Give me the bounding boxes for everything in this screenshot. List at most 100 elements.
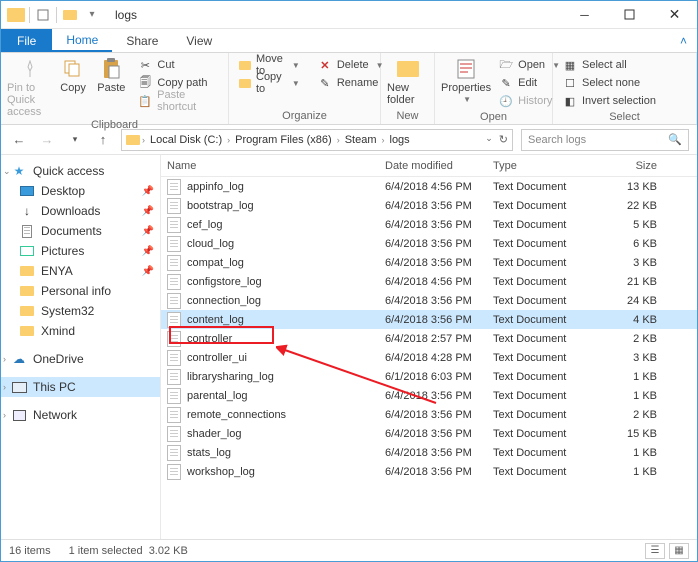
copy-to-button[interactable]: Copy to▼ <box>235 74 304 92</box>
cut-button[interactable]: ✂Cut <box>134 56 222 74</box>
new-folder-button[interactable]: New folder <box>387 55 428 106</box>
file-name: cef_log <box>187 219 222 231</box>
file-size: 6 KB <box>607 238 667 250</box>
back-button[interactable]: ← <box>9 130 29 150</box>
sidebar-item[interactable]: Desktop📌 <box>1 181 160 201</box>
copy-button[interactable]: Copy <box>56 55 90 94</box>
ribbon-toggle-icon[interactable]: ˄ <box>670 29 697 52</box>
search-input[interactable]: Search logs 🔍 <box>521 129 689 151</box>
paste-button[interactable]: Paste <box>94 55 128 94</box>
column-size[interactable]: Size <box>607 160 667 172</box>
pin-to-quickaccess-button[interactable]: Pin to Quick access <box>7 55 52 118</box>
sidebar-network[interactable]: ›Network <box>1 405 160 425</box>
tab-view[interactable]: View <box>172 29 226 52</box>
file-row[interactable]: librarysharing_log 6/1/2018 6:03 PM Text… <box>161 367 697 386</box>
sidebar-item-icon <box>19 303 35 319</box>
group-open-label: Open <box>441 110 546 125</box>
maximize-button[interactable] <box>607 1 652 29</box>
properties-button[interactable]: Properties▼ <box>441 55 491 104</box>
delete-button[interactable]: ✕Delete▼ <box>314 56 388 74</box>
pin-icon: 📌 <box>142 206 154 217</box>
sidebar-item[interactable]: ENYA📌 <box>1 261 160 281</box>
file-row[interactable]: connection_log 6/4/2018 3:56 PM Text Doc… <box>161 291 697 310</box>
file-name: compat_log <box>187 257 244 269</box>
select-all-button[interactable]: ▦Select all <box>559 56 660 74</box>
sidebar-item-label: Pictures <box>41 244 84 258</box>
rename-button[interactable]: ✎Rename <box>314 74 388 92</box>
sidebar-quick-access[interactable]: ⌄★Quick access <box>1 161 160 181</box>
file-row[interactable]: controller 6/4/2018 2:57 PM Text Documen… <box>161 329 697 348</box>
file-row[interactable]: bootstrap_log 6/4/2018 3:56 PM Text Docu… <box>161 196 697 215</box>
qat-newfolder-icon[interactable] <box>61 6 79 24</box>
paste-shortcut-button[interactable]: 📋Paste shortcut <box>134 92 222 110</box>
file-row[interactable]: remote_connections 6/4/2018 3:56 PM Text… <box>161 405 697 424</box>
sidebar-item[interactable]: System32 <box>1 301 160 321</box>
file-name: cloud_log <box>187 238 234 250</box>
file-row[interactable]: workshop_log 6/4/2018 3:56 PM Text Docum… <box>161 462 697 481</box>
column-date[interactable]: Date modified <box>385 160 493 172</box>
sidebar-this-pc[interactable]: ›This PC <box>1 377 160 397</box>
file-row[interactable]: parental_log 6/4/2018 3:56 PM Text Docum… <box>161 386 697 405</box>
file-name: appinfo_log <box>187 181 244 193</box>
sidebar-item[interactable]: Xmind <box>1 321 160 341</box>
ribbon: Pin to Quick access Copy Paste ✂Cut 🗐Cop… <box>1 53 697 125</box>
status-bar: 16 items 1 item selected 3.02 KB ☰ ▦ <box>1 539 697 561</box>
file-row[interactable]: shader_log 6/4/2018 3:56 PM Text Documen… <box>161 424 697 443</box>
file-date: 6/4/2018 3:56 PM <box>385 257 493 269</box>
file-row[interactable]: cloud_log 6/4/2018 3:56 PM Text Document… <box>161 234 697 253</box>
sidebar-item[interactable]: Personal info <box>1 281 160 301</box>
view-large-button[interactable]: ▦ <box>669 543 689 559</box>
tab-file[interactable]: File <box>1 29 52 52</box>
crumb[interactable]: logs <box>387 134 413 146</box>
up-button[interactable]: ↑ <box>93 130 113 150</box>
view-details-button[interactable]: ☰ <box>645 543 665 559</box>
file-name: stats_log <box>187 447 231 459</box>
crumb[interactable]: Local Disk (C:) <box>147 134 225 146</box>
crumb[interactable]: Steam <box>342 134 380 146</box>
forward-button[interactable]: → <box>37 130 57 150</box>
file-name: librarysharing_log <box>187 371 274 383</box>
column-type[interactable]: Type <box>493 160 607 172</box>
qat-properties-icon[interactable] <box>34 6 52 24</box>
pin-icon: 📌 <box>142 186 154 197</box>
text-file-icon <box>167 426 181 442</box>
sidebar-onedrive[interactable]: ›☁OneDrive <box>1 349 160 369</box>
tab-home[interactable]: Home <box>52 29 112 52</box>
status-item-count: 16 items <box>9 545 51 557</box>
file-size: 3 KB <box>607 352 667 364</box>
file-row[interactable]: stats_log 6/4/2018 3:56 PM Text Document… <box>161 443 697 462</box>
select-none-icon: ☐ <box>563 76 577 90</box>
address-dropdown-icon[interactable]: ⌄ <box>485 133 493 146</box>
search-placeholder: Search logs <box>528 134 586 146</box>
sidebar-item-label: Xmind <box>41 324 75 338</box>
refresh-icon[interactable]: ↻ <box>499 133 508 146</box>
file-row[interactable]: content_log 6/4/2018 3:56 PM Text Docume… <box>161 310 697 329</box>
file-size: 15 KB <box>607 428 667 440</box>
column-name[interactable]: Name <box>167 160 385 172</box>
text-file-icon <box>167 198 181 214</box>
minimize-button[interactable]: ─ <box>562 1 607 29</box>
address-bar[interactable]: › Local Disk (C:)› Program Files (x86)› … <box>121 129 513 151</box>
select-none-button[interactable]: ☐Select none <box>559 74 660 92</box>
sidebar-item[interactable]: Documents📌 <box>1 221 160 241</box>
file-type: Text Document <box>493 181 607 193</box>
file-row[interactable]: cef_log 6/4/2018 3:56 PM Text Document 5… <box>161 215 697 234</box>
edit-icon: ✎ <box>499 76 513 90</box>
text-file-icon <box>167 179 181 195</box>
file-size: 2 KB <box>607 333 667 345</box>
crumb[interactable]: Program Files (x86) <box>232 134 335 146</box>
sidebar-item[interactable]: ↓Downloads📌 <box>1 201 160 221</box>
file-row[interactable]: appinfo_log 6/4/2018 4:56 PM Text Docume… <box>161 177 697 196</box>
close-button[interactable]: ✕ <box>652 1 697 29</box>
file-row[interactable]: controller_ui 6/4/2018 4:28 PM Text Docu… <box>161 348 697 367</box>
tab-share[interactable]: Share <box>112 29 172 52</box>
sidebar-item[interactable]: Pictures📌 <box>1 241 160 261</box>
recent-dropdown[interactable]: ▾ <box>65 130 85 150</box>
qat-dropdown-icon[interactable]: ▾ <box>83 6 101 24</box>
sidebar-item-icon <box>19 223 35 239</box>
invert-selection-button[interactable]: ◧Invert selection <box>559 92 660 110</box>
file-date: 6/4/2018 3:56 PM <box>385 390 493 402</box>
file-row[interactable]: configstore_log 6/4/2018 4:56 PM Text Do… <box>161 272 697 291</box>
file-row[interactable]: compat_log 6/4/2018 3:56 PM Text Documen… <box>161 253 697 272</box>
move-to-icon <box>239 58 251 72</box>
